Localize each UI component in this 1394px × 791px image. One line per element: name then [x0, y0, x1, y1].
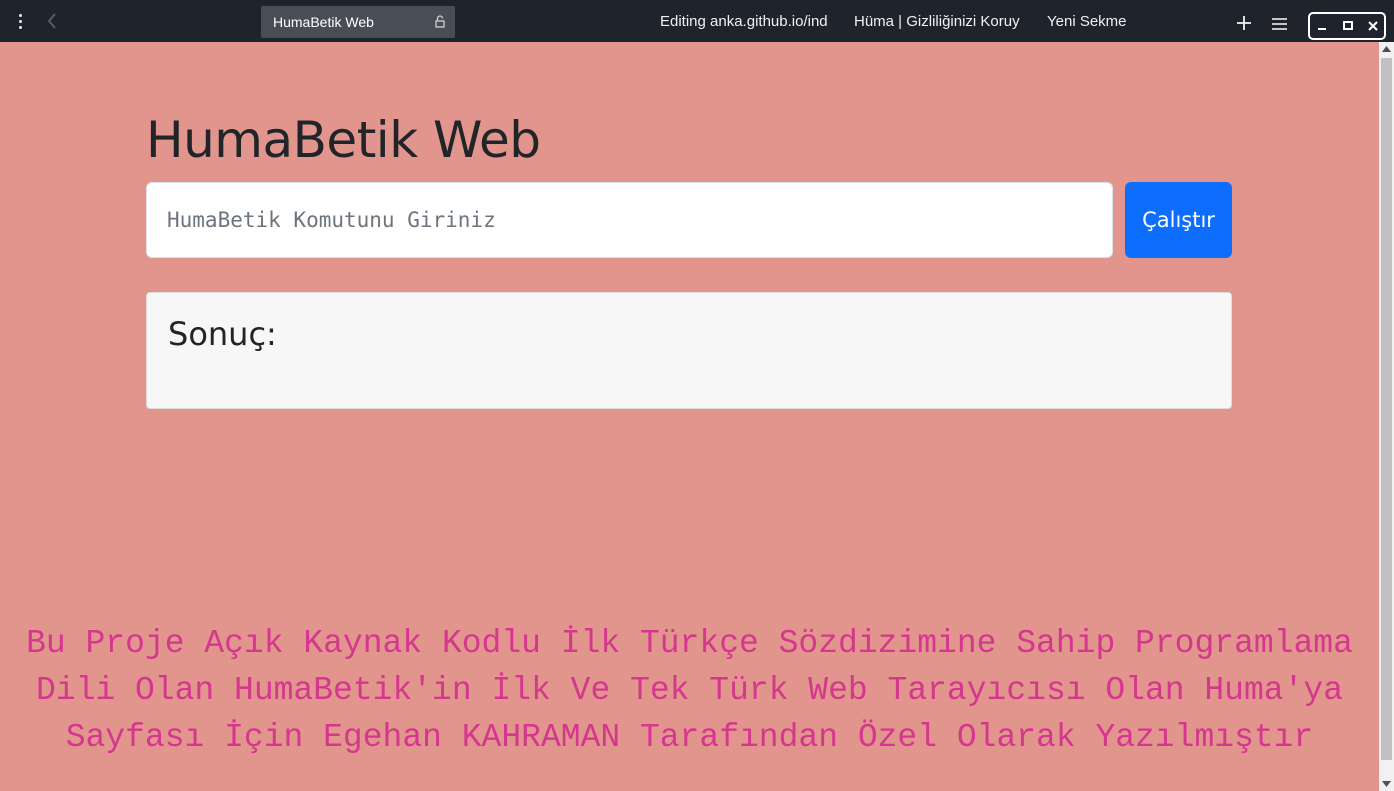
close-icon[interactable] — [1360, 14, 1386, 38]
maximize-icon[interactable] — [1335, 14, 1361, 38]
tab-title: HumaBetik Web — [273, 14, 374, 30]
footer-credit-text: Bu Proje Açık Kaynak Kodlu İlk Türkçe Sö… — [26, 625, 1353, 756]
hamburger-icon[interactable] — [1272, 17, 1287, 31]
vertical-dots-icon[interactable] — [12, 10, 28, 32]
minimize-icon[interactable] — [1310, 14, 1336, 38]
result-card: Sonuç: — [146, 292, 1232, 409]
scrollbar-thumb[interactable] — [1381, 58, 1392, 760]
lock-icon — [435, 15, 445, 28]
plus-icon[interactable] — [1236, 15, 1252, 31]
tab-huma[interactable]: Hüma | Gizliliğinizi Koruy — [854, 6, 1020, 38]
browser-toolbar: HumaBetik Web Editing anka.github.io/ind… — [0, 0, 1394, 42]
tab-new[interactable]: Yeni Sekme — [1047, 6, 1127, 38]
window-controls — [1308, 12, 1386, 40]
scroll-up-arrow-icon[interactable] — [1382, 46, 1391, 52]
vertical-scrollbar[interactable] — [1379, 42, 1394, 791]
tab-active[interactable]: HumaBetik Web — [261, 6, 455, 38]
back-button[interactable] — [40, 8, 64, 34]
scroll-down-arrow-icon[interactable] — [1382, 781, 1391, 787]
page-title: HumaBetik Web — [146, 111, 541, 169]
result-label: Sonuç: — [168, 315, 277, 353]
chevron-left-icon — [47, 13, 56, 29]
command-input[interactable] — [146, 182, 1113, 258]
tab-editing[interactable]: Editing anka.github.io/ind — [660, 6, 828, 38]
run-button[interactable]: Çalıştır — [1125, 182, 1232, 258]
